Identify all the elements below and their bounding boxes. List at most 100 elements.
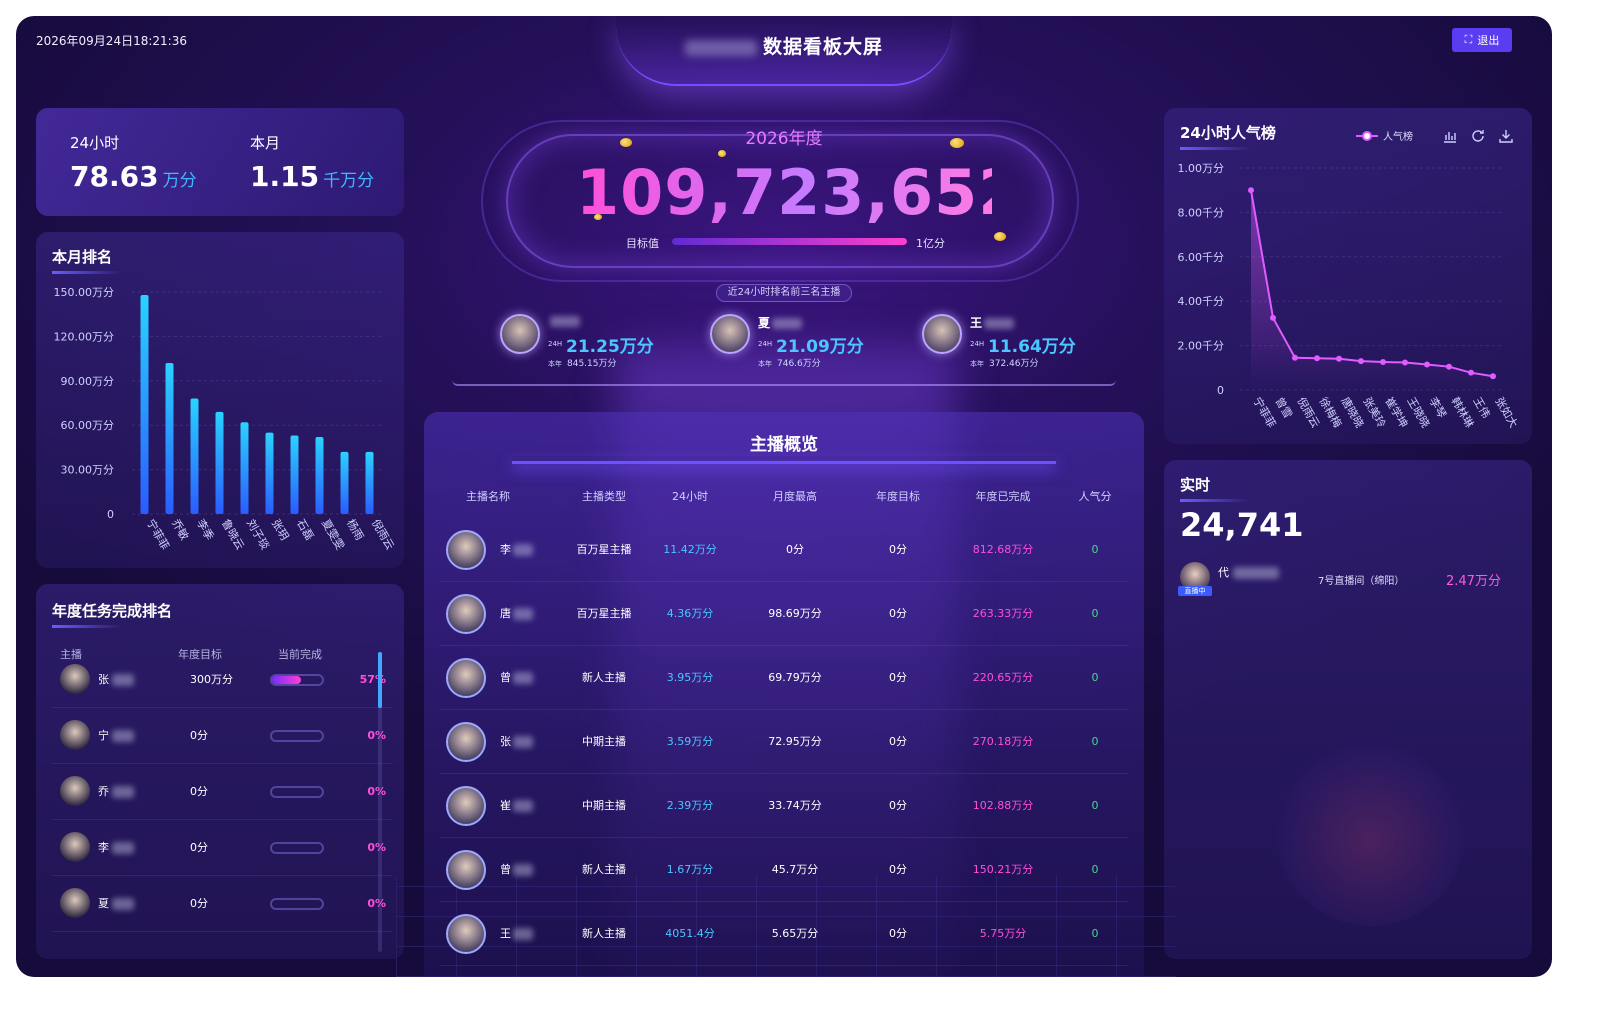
avatar [60,776,90,806]
annual-anchor-name-text: 李 [98,841,109,854]
month-unit: 千万分 [323,171,375,191]
overview-title: 主播概览 [750,435,818,455]
data-point[interactable] [1490,373,1496,380]
x-tick-label: 夏雯雯 [319,517,347,552]
data-point[interactable] [1468,369,1474,376]
name-redacted [513,672,533,684]
table-row[interactable]: 崔 中期主播 2.39万分 33.74万分 0分 102.88万分 0 [440,774,1128,838]
overview-type: 百万星主播 [576,543,632,556]
avatar [60,720,90,750]
table-row[interactable]: 宁 0分 0% [52,708,392,764]
top3-year-value: 本年 746.6万分 [758,356,826,369]
annual-anchor-name: 夏 [98,876,134,932]
table-row[interactable]: 张 中期主播 3.59万分 72.95万分 0分 270.18万分 0 [440,710,1128,774]
bar[interactable] [290,435,299,514]
top3-anchor[interactable]: 夏 24H 21.09万分 本年 746.6万分 [710,314,880,374]
overview-year-done: 270.18万分 [972,735,1034,748]
overview-year-target: 0分 [889,863,907,876]
data-point[interactable] [1424,361,1430,368]
data-point[interactable] [1270,314,1276,321]
data-point[interactable] [1380,359,1386,366]
data-point[interactable] [1446,363,1452,370]
target-progress-fill [672,238,907,245]
annual-progress-bar [270,730,324,742]
overview-name-text: 张 [500,735,511,748]
overview-year-done: 102.88万分 [972,799,1034,812]
top3-value: 21.09万分 [776,337,864,357]
overview-year-target: 0分 [889,735,907,748]
y-tick-label: 150.00万分 [54,286,115,299]
top3-name-text: 王 [970,316,983,330]
annual-anchor-name: 乔 [98,764,134,820]
bar[interactable] [140,294,149,514]
podium-divider [452,380,1116,386]
table-row[interactable]: 李 百万星主播 11.42万分 0分 0分 812.68万分 0 [440,518,1128,582]
year-value-text: 746.6万分 [777,359,821,369]
bar[interactable] [365,451,374,514]
annual-scrollbar[interactable] [378,652,382,952]
y-tick-label: 8.00千分 [1178,206,1225,219]
x-tick-label: 李季 [194,517,217,543]
exit-fullscreen-button[interactable]: ⛶ 退出 [1452,28,1512,52]
overview-h24: 11.42万分 [663,543,717,556]
top3-year-value: 本年 372.46万分 [970,356,1044,369]
table-row[interactable]: 乔 0分 0% [52,764,392,820]
overview-h24: 4.36万分 [666,607,714,620]
data-point[interactable] [1402,359,1408,366]
overview-column-header: 24小时 [672,490,708,503]
bar[interactable] [165,363,174,514]
table-row[interactable]: 张 300万分 57% [52,652,392,708]
name-redacted [550,316,580,327]
popularity-line-chart: 02.00千分4.00千分6.00千分8.00千分1.00万分宁菲菲曾雪 倪雨云徐… [1178,162,1522,431]
annual-target: 0分 [190,841,208,854]
overview-year-target: 0分 [889,671,907,684]
overview-year-target: 0分 [889,799,907,812]
data-point[interactable] [1314,355,1320,362]
bar[interactable] [315,437,324,514]
bar[interactable] [190,398,199,514]
bar[interactable] [265,432,274,514]
top-bar: 2026年09月24日18:21:36 数据看板大屏 ⛶ 退出 [16,16,1552,112]
overview-type: 新人主播 [582,863,626,876]
table-row[interactable]: 王 新人主播 4051.4分 5.65万分 0分 5.75万分 0 [440,902,1128,966]
overview-pop: 0 [1091,607,1099,620]
annual-anchor-name-text: 乔 [98,785,109,798]
x-tick-label: 张如大 [1492,395,1521,431]
x-tick-label: 王伟 [1470,395,1492,421]
table-row[interactable]: 夏 0分 0% [52,876,392,932]
table-row[interactable]: 曾 新人主播 1.67万分 45.7万分 0分 150.21万分 0 [440,838,1128,902]
table-row[interactable]: 李 0分 0% [52,820,392,876]
x-tick-label: 石磊 [294,517,316,543]
data-point[interactable] [1248,187,1254,194]
annual-scroll-thumb[interactable] [378,652,382,708]
bar[interactable] [340,451,349,514]
bar[interactable] [240,422,249,514]
bar[interactable] [215,411,224,514]
avatar [60,664,90,694]
monthly-rank-panel: 本月排名 0 30.00万分 60.00万分 90.00万分 120.00万分 150.0… [36,232,404,568]
x-tick-label: 曾雪 [1272,395,1295,421]
h24-unit: 万分 [162,171,197,191]
name-redacted [513,800,533,812]
top3-value: 11.64万分 [988,337,1076,357]
top3-anchor[interactable]: 王 24H 11.64万分 本年 372.46万分 [922,314,1092,374]
coin-icon [620,138,632,147]
annual-anchor-name-text: 宁 [98,729,109,742]
overview-h24: 3.95万分 [666,671,714,684]
realtime-title: 实时 [1180,474,1250,502]
table-row[interactable]: 唐 百万星主播 4.36万分 98.69万分 0分 263.33万分 0 [440,582,1128,646]
y-tick-label: 4.00千分 [1178,295,1225,308]
year-label: 2026年度 [745,129,823,149]
target-label: 目标值 [626,237,659,250]
data-point[interactable] [1292,354,1298,361]
realtime-item[interactable]: 直播中 代 7号直播间（绵阳） 2.47万分 [1178,562,1510,598]
table-row[interactable]: 曾 新人主播 3.95万分 69.79万分 0分 220.65万分 0 [440,646,1128,710]
overview-column-header: 主播类型 [582,490,626,503]
overview-year-done: 220.65万分 [972,671,1034,684]
data-point[interactable] [1336,355,1342,362]
top3-anchor[interactable]: 24H 21.25万分 本年 845.15万分 [500,314,670,374]
top3-title: 近24小时排名前三名主播 [716,284,852,302]
dashboard-screen: 2026年09月24日18:21:36 数据看板大屏 ⛶ 退出 24小时 78.… [16,16,1552,977]
overview-anchor-name: 张 [500,710,533,774]
data-point[interactable] [1358,358,1364,365]
